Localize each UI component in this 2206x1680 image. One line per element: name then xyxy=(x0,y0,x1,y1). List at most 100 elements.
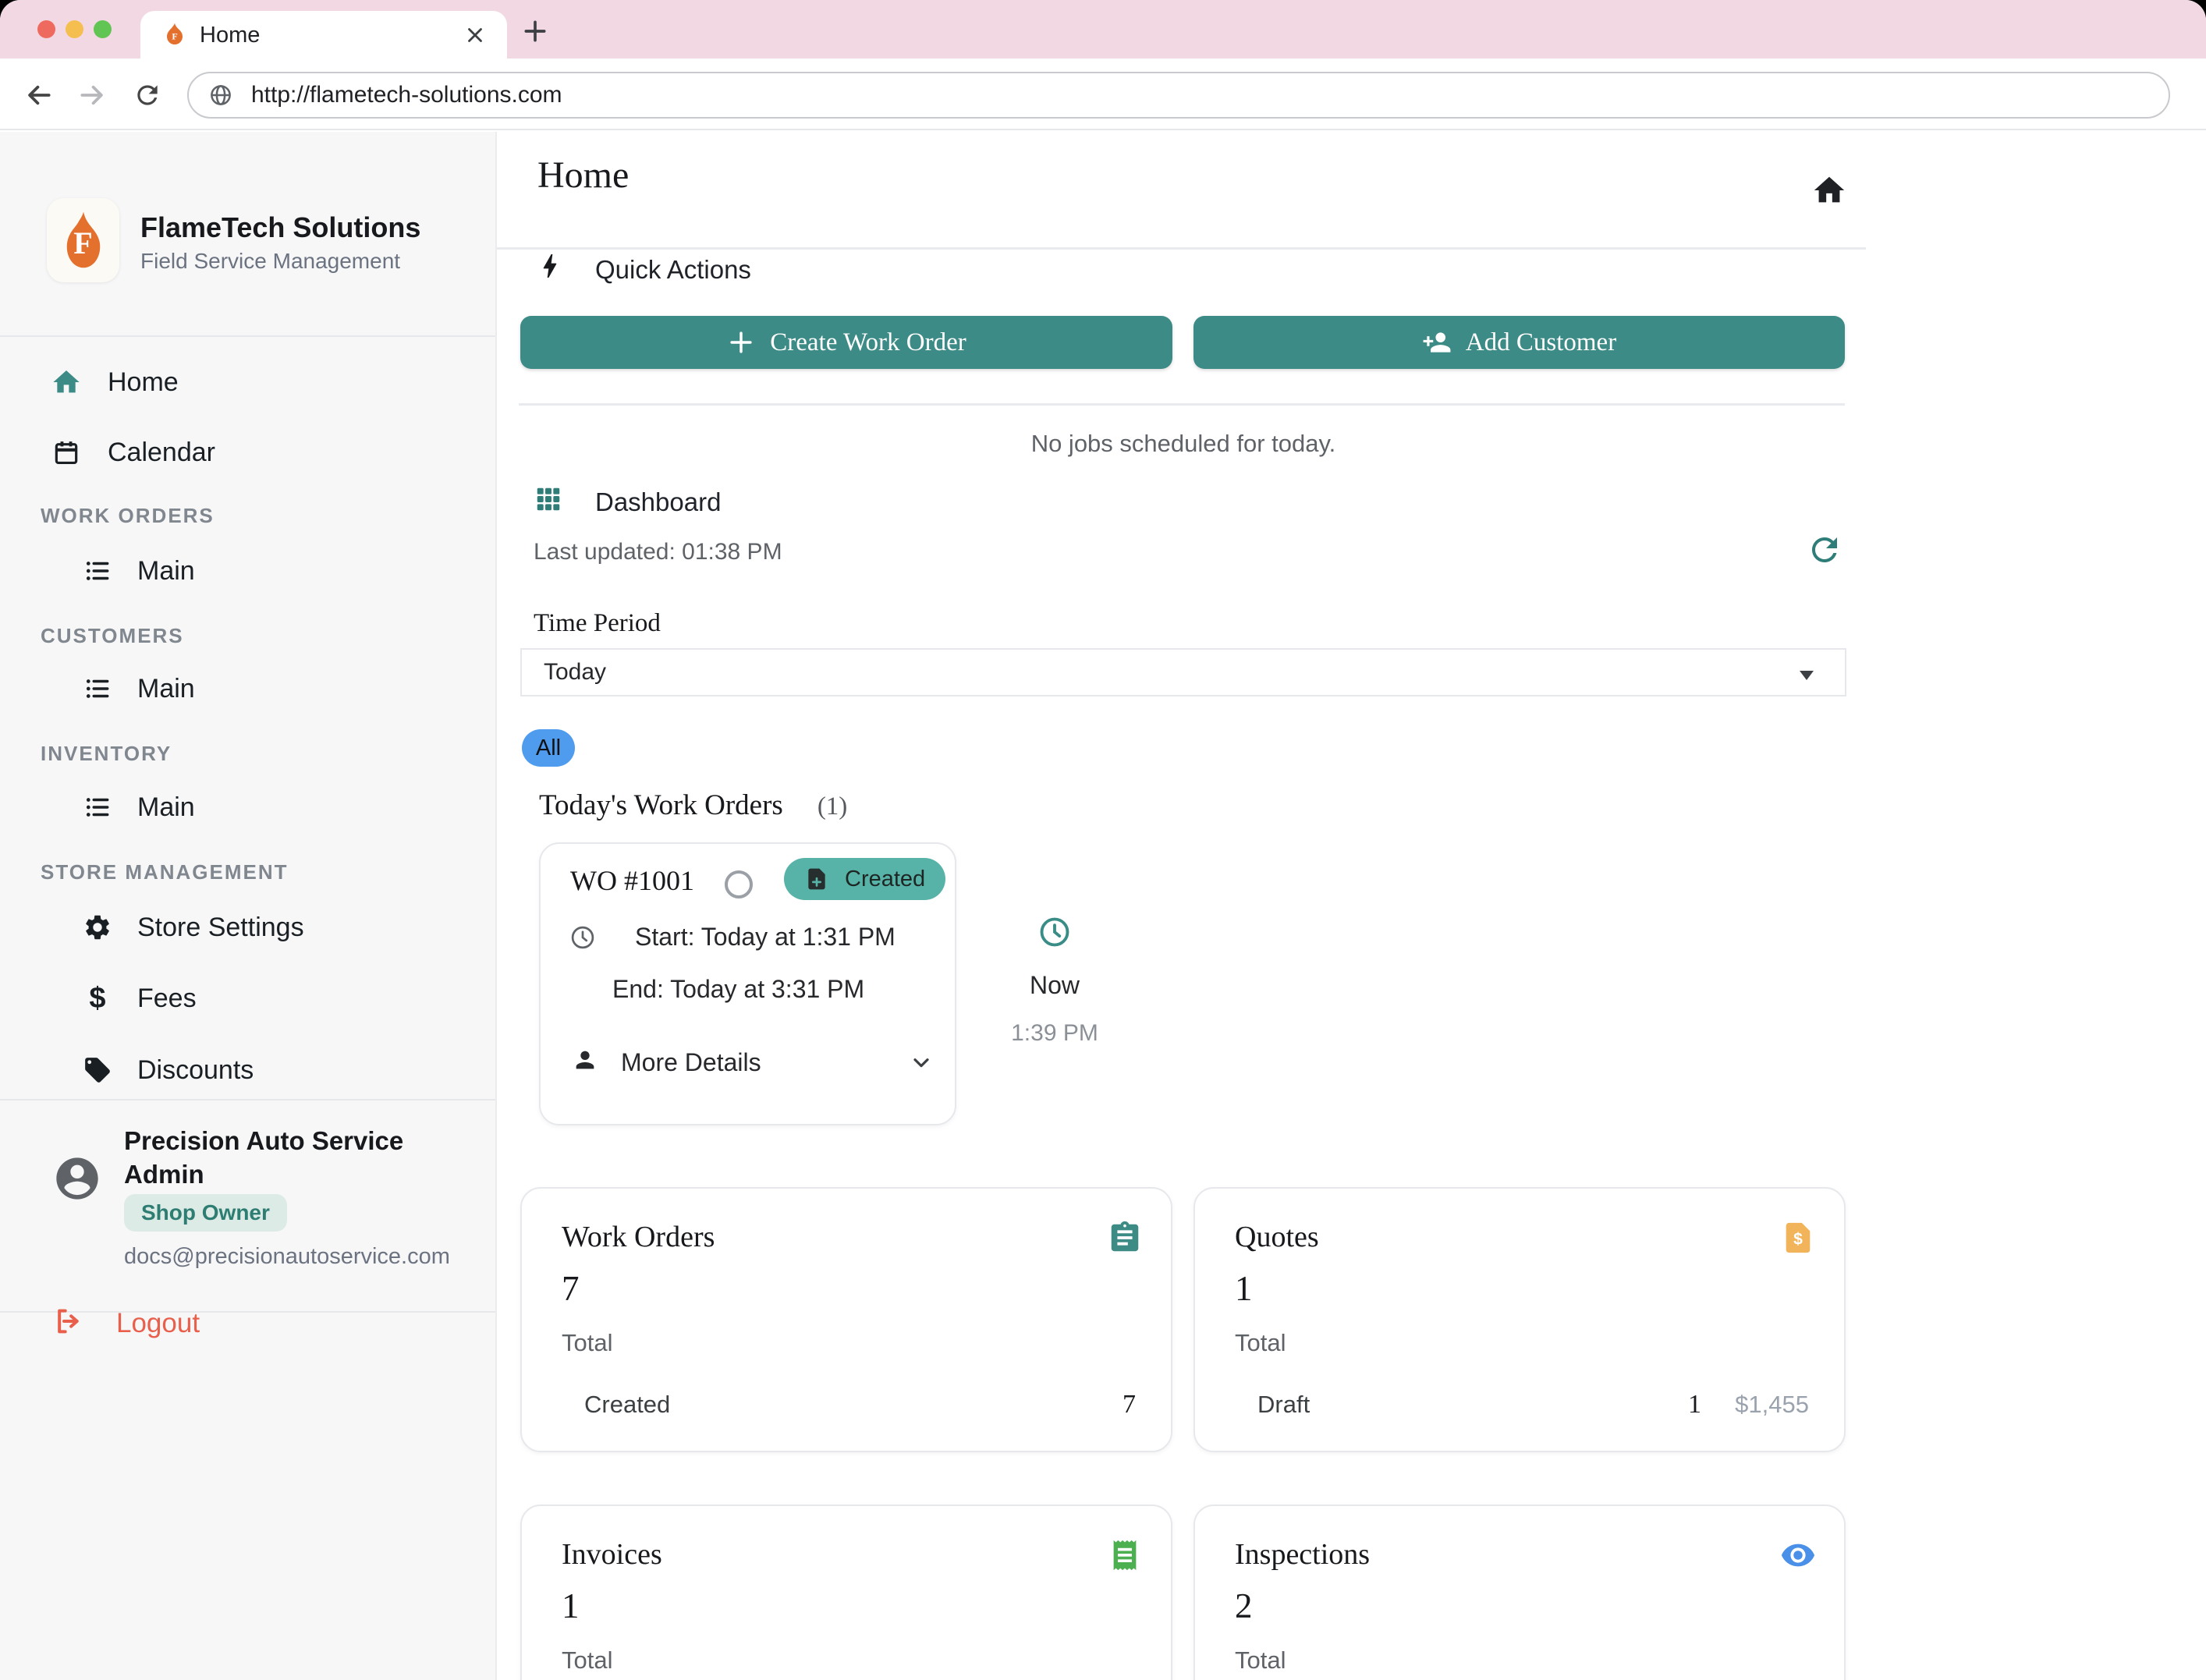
sidebar-item-label: Store Settings xyxy=(137,913,304,943)
globe-icon xyxy=(207,82,234,108)
person-add-icon xyxy=(1422,328,1452,357)
now-time: 1:39 PM xyxy=(1011,1020,1098,1047)
list-icon xyxy=(81,555,114,587)
calendar-icon xyxy=(50,436,83,469)
stat-card-count: 7 xyxy=(562,1268,580,1309)
sidebar-item-label: Discounts xyxy=(137,1055,254,1086)
list-icon xyxy=(81,672,114,705)
work-order-card[interactable]: WO #1001 Created Start: Today at 1:31 PM… xyxy=(539,842,956,1125)
window-close-button[interactable] xyxy=(37,20,55,38)
file-plus-icon xyxy=(804,867,829,891)
eye-icon xyxy=(1780,1537,1816,1573)
tab-close-icon[interactable] xyxy=(463,23,487,47)
stat-row: Created 7 xyxy=(584,1390,1136,1419)
svg-text:$: $ xyxy=(1793,1230,1803,1248)
sidebar-item-store-settings[interactable]: Store Settings xyxy=(81,906,304,949)
create-work-order-button[interactable]: Create Work Order xyxy=(520,316,1172,369)
sidebar-item-work-orders-main[interactable]: Main xyxy=(81,549,195,593)
sidebar-item-home[interactable]: Home xyxy=(50,360,179,404)
filter-all-pill[interactable]: All xyxy=(522,729,575,767)
clock-icon xyxy=(569,923,597,952)
user-avatar[interactable] xyxy=(52,1154,102,1203)
todays-work-orders-title: Today's Work Orders xyxy=(539,789,783,821)
browser-tab[interactable]: F Home xyxy=(140,11,507,58)
sidebar-item-customers-main[interactable]: Main xyxy=(81,667,195,711)
person-icon xyxy=(572,1047,598,1073)
brand-logo: F xyxy=(47,198,119,282)
stat-row-amount: $1,455 xyxy=(1701,1391,1809,1419)
divider xyxy=(519,403,1845,406)
refresh-icon[interactable] xyxy=(1806,531,1843,569)
reload-icon[interactable] xyxy=(133,80,162,110)
stat-card-title: Invoices xyxy=(562,1537,662,1572)
user-email: docs@precisionautoservice.com xyxy=(124,1244,450,1270)
sidebar-item-fees[interactable]: $ Fees xyxy=(81,976,197,1020)
status-badge: Created xyxy=(784,858,945,900)
stat-row-label: Created xyxy=(584,1391,1123,1419)
logout-button[interactable]: Logout xyxy=(52,1306,200,1341)
url-text: http://flametech-solutions.com xyxy=(251,82,562,108)
stat-card-quotes: Quotes $ 1 Total Draft 1 $1,455 xyxy=(1193,1187,1846,1452)
time-period-value: Today xyxy=(544,659,606,686)
forward-icon[interactable] xyxy=(77,80,107,110)
stat-row-value: 1 xyxy=(1688,1390,1701,1419)
stat-row: Draft 1 $1,455 xyxy=(1257,1390,1809,1419)
plus-icon xyxy=(726,328,756,357)
chevron-down-icon xyxy=(1800,671,1814,680)
stat-row-value: 7 xyxy=(1123,1390,1136,1419)
more-details-button[interactable]: More Details xyxy=(621,1048,761,1077)
bolt-icon xyxy=(534,250,566,282)
divider xyxy=(0,335,495,337)
time-period-select[interactable]: Today xyxy=(520,648,1846,696)
stat-card-total-label: Total xyxy=(562,1646,612,1675)
status-badge-label: Created xyxy=(845,867,925,892)
todays-work-orders-count: (1) xyxy=(817,792,847,821)
chevron-down-icon[interactable] xyxy=(909,1050,934,1075)
url-bar[interactable]: http://flametech-solutions.com xyxy=(187,72,2170,119)
user-name: Precision Auto Service Admin xyxy=(124,1124,459,1191)
stat-card-title: Inspections xyxy=(1235,1537,1370,1572)
todays-work-orders-heading: Today's Work Orders (1) xyxy=(539,789,847,822)
browser-toolbar: http://flametech-solutions.com xyxy=(0,58,2206,130)
sidebar-item-discounts[interactable]: Discounts xyxy=(81,1048,254,1092)
no-jobs-message: No jobs scheduled for today. xyxy=(497,430,1870,458)
window-maximize-button[interactable] xyxy=(94,20,112,38)
new-tab-button[interactable] xyxy=(520,16,551,47)
dashboard-heading: Dashboard xyxy=(595,487,721,517)
quick-actions-heading: Quick Actions xyxy=(595,255,751,285)
work-order-start-time: Start: Today at 1:31 PM xyxy=(635,923,896,952)
receipt-icon xyxy=(1107,1537,1143,1573)
sidebar-item-inventory-main[interactable]: Main xyxy=(81,785,195,829)
list-icon xyxy=(81,791,114,824)
last-updated-text: Last updated: 01:38 PM xyxy=(534,539,782,565)
work-order-end-time: End: Today at 3:31 PM xyxy=(612,975,864,1004)
dollar-icon: $ xyxy=(81,982,114,1015)
user-role-badge: Shop Owner xyxy=(124,1194,287,1232)
stat-card-count: 2 xyxy=(1235,1586,1253,1626)
stat-row-label: Draft xyxy=(1257,1391,1688,1419)
sidebar-item-label: Fees xyxy=(137,984,197,1014)
time-period-label: Time Period xyxy=(534,609,661,638)
add-customer-label: Add Customer xyxy=(1466,328,1616,357)
clipboard-icon xyxy=(1107,1220,1143,1256)
sidebar-item-label: Home xyxy=(108,367,179,398)
flame-favicon-icon: F xyxy=(162,22,187,47)
home-icon xyxy=(50,366,83,399)
window-minimize-button[interactable] xyxy=(66,20,83,38)
sidebar-item-calendar[interactable]: Calendar xyxy=(50,431,215,474)
browser-window: F Home http://flametech-solutions.com xyxy=(0,0,2206,1680)
sidebar-item-label: Main xyxy=(137,792,195,823)
sidebar-item-label: Main xyxy=(137,556,195,587)
back-icon[interactable] xyxy=(24,80,54,110)
logout-icon xyxy=(52,1306,83,1341)
stat-card-total-label: Total xyxy=(562,1329,612,1357)
divider xyxy=(0,1099,495,1101)
header-home-icon[interactable] xyxy=(1811,172,1847,208)
dashboard-grid-icon xyxy=(534,484,563,514)
now-marker: Now 1:39 PM xyxy=(996,915,1113,1047)
add-customer-button[interactable]: Add Customer xyxy=(1193,316,1845,369)
brand-logo-letter: F xyxy=(47,225,119,261)
create-work-order-label: Create Work Order xyxy=(770,328,966,357)
work-order-id: WO #1001 xyxy=(570,864,694,897)
work-order-select-circle[interactable] xyxy=(725,870,753,898)
